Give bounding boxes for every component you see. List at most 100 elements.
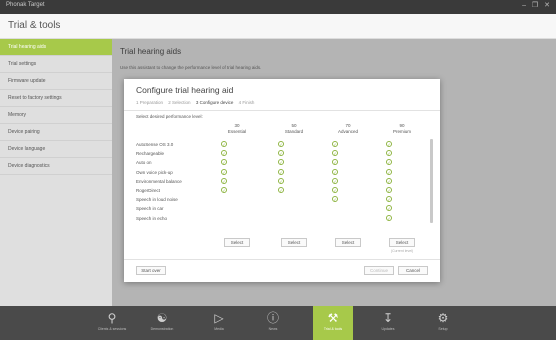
step-configure-device: 3 Configure device	[195, 100, 234, 105]
nav-label: Updates	[381, 327, 395, 331]
cancel-button[interactable]: Cancel	[398, 266, 428, 275]
check-icon: ✓	[386, 168, 392, 175]
check-icon: ✓	[278, 187, 284, 193]
nav-demonstration[interactable]: ☯ Demonstration	[142, 306, 182, 340]
headphones-icon: ☯	[156, 311, 168, 325]
feature-row: Own voice pick-up ✓ ✓ ✓ ✓	[136, 168, 426, 176]
nav-updates[interactable]: ↧ Updates	[368, 306, 408, 340]
check-icon: ✓	[386, 187, 392, 193]
step-selection: 2 Selection	[168, 100, 191, 105]
nav-setup[interactable]: ⚙ Setup	[423, 306, 463, 340]
divider	[124, 110, 440, 111]
level-header-70: 70 Advanced	[328, 123, 368, 134]
feature-row: Speech in car ✓	[136, 205, 426, 212]
check-icon: ✓	[221, 150, 227, 157]
step-preparation: 1 Preparation	[136, 100, 164, 105]
info-icon: ⓘ	[266, 311, 279, 325]
level-header-50: 50 Standard	[274, 123, 314, 134]
download-icon: ↧	[382, 311, 394, 325]
select-90-button[interactable]: Select	[389, 238, 415, 247]
check-icon: ✓	[386, 159, 392, 166]
check-icon: ✓	[386, 177, 392, 184]
title-bar: Phonak Target – ❐ ✕	[0, 0, 556, 14]
select-prompt: Select desired performance level:	[136, 114, 203, 119]
feature-name: Auto on	[136, 160, 152, 166]
check-icon: ✓	[221, 177, 227, 184]
sidebar-item-trial-settings[interactable]: Trial settings	[0, 56, 112, 73]
check-icon: ✓	[332, 150, 338, 157]
current-level-note: (Current level)	[390, 249, 414, 253]
check-icon: ✓	[332, 141, 338, 147]
feature-row: Rechargeable ✓ ✓ ✓ ✓	[136, 150, 426, 157]
sidebar-item-reset[interactable]: Reset to factory settings	[0, 90, 112, 107]
feature-name: Rechargeable	[136, 151, 165, 157]
gear-icon: ⚙	[437, 311, 449, 325]
wizard-steps: 1 Preparation 2 Selection 3 Configure de…	[136, 100, 258, 105]
check-icon: ✓	[221, 159, 227, 166]
check-icon: ✓	[278, 141, 284, 147]
sidebar-item-memory[interactable]: Memory	[0, 107, 112, 124]
nav-label: Clients & sessions	[97, 327, 127, 331]
sidebar-item-trial-hearing-aids[interactable]: Trial hearing aids	[0, 39, 112, 56]
check-icon: ✓	[386, 196, 392, 203]
nav-clients-sessions[interactable]: ⚲ Clients & sessions	[92, 306, 132, 340]
check-icon: ✓	[278, 177, 284, 184]
dialog-title: Configure trial hearing aid	[136, 85, 234, 95]
check-icon: ✓	[278, 168, 284, 175]
feature-name: Speech in car	[136, 206, 164, 212]
nav-label: Trial & tools	[323, 327, 343, 331]
check-icon: ✓	[221, 141, 227, 147]
level-header-90: 90 Premium	[382, 123, 422, 134]
nav-label: Demonstration	[150, 327, 174, 331]
step-finish: 4 Finish	[238, 100, 255, 105]
sidebar-item-firmware-update[interactable]: Firmware update	[0, 73, 112, 90]
check-icon: ✓	[278, 150, 284, 157]
page-title: Trial & tools	[8, 20, 61, 31]
check-icon: ✓	[278, 159, 284, 166]
app-title: Phonak Target	[6, 2, 45, 8]
feature-name: Environmental balance	[136, 178, 182, 184]
sidebar-item-device-language[interactable]: Device language	[0, 141, 112, 158]
feature-name: AutoSense OS 3.0	[136, 142, 174, 147]
continue-button[interactable]: Continue	[364, 266, 394, 275]
configure-dialog: Configure trial hearing aid 1 Preparatio…	[124, 79, 440, 282]
level-name: Premium	[392, 128, 411, 134]
feature-row: RogerDirect ✓ ✓ ✓ ✓	[136, 187, 426, 194]
feature-row: Auto on ✓ ✓ ✓ ✓	[136, 159, 426, 166]
start-over-button[interactable]: Start over	[136, 266, 166, 275]
select-70-button[interactable]: Select	[335, 238, 361, 247]
check-icon: ✓	[332, 168, 338, 175]
sidebar-item-device-pairing[interactable]: Device pairing	[0, 124, 112, 141]
feature-name: Speech in loud noise	[136, 197, 178, 203]
feature-scrollbar[interactable]	[430, 139, 433, 223]
feature-row: Environmental balance ✓ ✓ ✓ ✓	[136, 177, 426, 185]
check-icon: ✓	[332, 177, 338, 184]
sidebar: Trial hearing aids Trial settings Firmwa…	[0, 39, 112, 306]
nav-media[interactable]: ▷ Media	[199, 306, 239, 340]
nav-label: Media	[214, 327, 224, 331]
feature-name: Speech in echo	[136, 215, 168, 221]
feature-name: Own voice pick-up	[136, 169, 173, 175]
level-header-30: 30 Essential	[217, 123, 257, 134]
page-header: Trial & tools	[0, 14, 556, 39]
nav-trial-tools[interactable]: ⚒ Trial & tools	[313, 306, 353, 340]
feature-row: Speech in loud noise ✓ ✓	[136, 196, 426, 203]
select-30-button[interactable]: Select	[224, 238, 250, 247]
check-icon: ✓	[386, 141, 392, 147]
check-icon: ✓	[221, 168, 227, 175]
check-icon: ✓	[332, 159, 338, 166]
play-icon: ▷	[214, 311, 224, 325]
select-50-button[interactable]: Select	[281, 238, 307, 247]
feature-row: AutoSense OS 3.0 ✓ ✓ ✓ ✓	[136, 141, 426, 148]
check-icon: ✓	[221, 187, 227, 193]
feature-row: Speech in echo ✓	[136, 214, 426, 222]
check-icon: ✓	[386, 214, 392, 221]
check-icon: ✓	[386, 150, 392, 157]
sidebar-item-device-diagnostics[interactable]: Device diagnostics	[0, 158, 112, 175]
check-icon: ✓	[386, 205, 392, 212]
level-name: Essential	[227, 128, 247, 134]
nav-news[interactable]: ⓘ News	[253, 306, 293, 340]
window-controls[interactable]: – ❐ ✕	[522, 1, 552, 9]
level-name: Standard	[284, 128, 304, 134]
feature-name: RogerDirect	[136, 188, 161, 193]
